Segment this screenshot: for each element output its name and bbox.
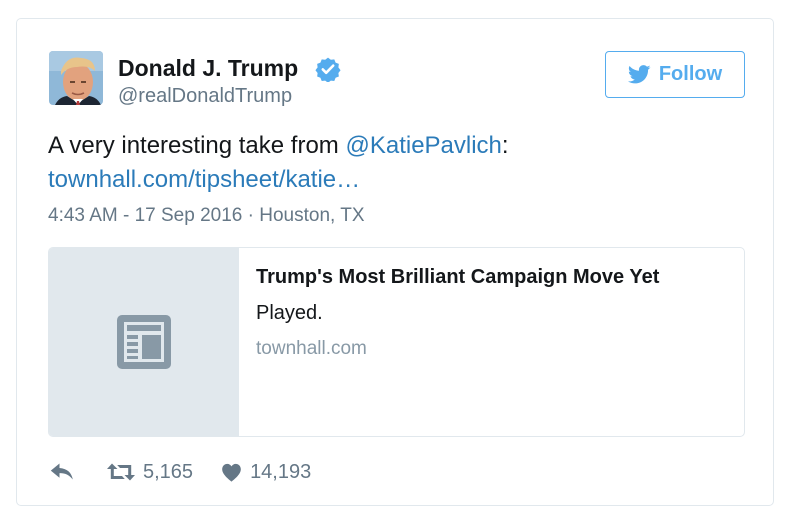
tweet-card: Donald J. Trump @realDonaldTrump Follow …: [16, 18, 774, 506]
display-name[interactable]: Donald J. Trump: [118, 55, 298, 82]
card-title[interactable]: Trump's Most Brilliant Campaign Move Yet: [256, 266, 659, 289]
tweet-actions: 5,165 14,193: [50, 459, 311, 485]
card-description: Played.: [256, 302, 323, 324]
follow-button-label: Follow: [658, 63, 723, 85]
screen-name[interactable]: @realDonaldTrump: [118, 85, 292, 108]
card-body: Trump's Most Brilliant Campaign Move Yet…: [239, 248, 675, 436]
location[interactable]: Houston, TX: [259, 205, 364, 226]
retweet-button[interactable]: 5,165: [107, 461, 193, 484]
tweet-meta: 4:43 AM - 17 Sep 2016 · Houston, TX: [48, 205, 365, 227]
card-thumbnail: [49, 248, 239, 436]
retweet-count: 5,165: [143, 460, 194, 483]
retweet-icon: [107, 463, 135, 481]
follow-button[interactable]: Follow: [605, 51, 745, 98]
reply-button[interactable]: [50, 463, 74, 481]
reply-icon: [50, 463, 73, 480]
avatar-image: [49, 51, 103, 105]
tweet-text-suffix: :: [501, 132, 509, 159]
card-domain: townhall.com: [256, 338, 367, 359]
like-button[interactable]: 14,193: [221, 461, 311, 484]
link-preview-card[interactable]: Trump's Most Brilliant Campaign Move Yet…: [48, 247, 745, 437]
tweet-url-link[interactable]: townhall.com/tipsheet/katie…: [48, 166, 360, 193]
newspaper-icon: [117, 315, 171, 369]
heart-icon: [222, 463, 241, 482]
twitter-bird-icon: [627, 65, 651, 84]
tweet-text-prefix: A very interesting take from: [48, 132, 346, 159]
mention-link[interactable]: @KatiePavlich: [345, 132, 501, 159]
tweet-text: A very interesting take from @KatiePavli…: [48, 129, 748, 197]
avatar[interactable]: [49, 51, 103, 105]
verified-badge-icon: [315, 57, 341, 82]
meta-separator: ·: [242, 205, 260, 226]
timestamp[interactable]: 4:43 AM - 17 Sep 2016: [48, 205, 242, 226]
like-count: 14,193: [250, 460, 312, 483]
